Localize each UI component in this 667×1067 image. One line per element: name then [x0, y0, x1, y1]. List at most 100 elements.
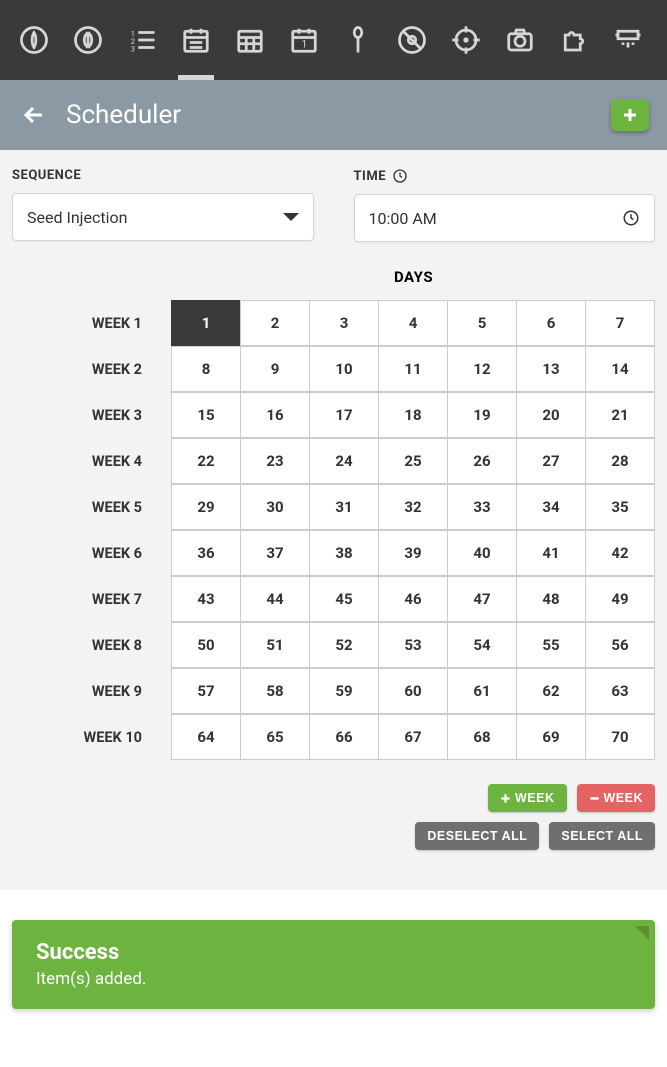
- day-cell[interactable]: 60: [378, 668, 448, 714]
- day-cell[interactable]: 56: [585, 622, 655, 668]
- day-cell[interactable]: 21: [585, 392, 655, 438]
- day-cell[interactable]: 38: [309, 530, 379, 576]
- day-cell[interactable]: 49: [585, 576, 655, 622]
- day-cell[interactable]: 39: [378, 530, 448, 576]
- day-cell[interactable]: 3: [309, 300, 379, 346]
- day-cell[interactable]: 10: [309, 346, 379, 392]
- day-cell[interactable]: 6: [516, 300, 586, 346]
- day-cell[interactable]: 8: [171, 346, 241, 392]
- tool-seed-icon[interactable]: [12, 10, 56, 70]
- day-cell[interactable]: 25: [378, 438, 448, 484]
- day-cell[interactable]: 54: [447, 622, 517, 668]
- day-cell[interactable]: 50: [171, 622, 241, 668]
- page-title: Scheduler: [66, 100, 595, 130]
- day-cell[interactable]: 12: [447, 346, 517, 392]
- day-cell[interactable]: 9: [240, 346, 310, 392]
- tool-grid-icon[interactable]: [228, 10, 272, 70]
- day-cell[interactable]: 14: [585, 346, 655, 392]
- day-cell[interactable]: 31: [309, 484, 379, 530]
- day-cell[interactable]: 28: [585, 438, 655, 484]
- week-label: WEEK 10: [12, 714, 172, 760]
- day-cell[interactable]: 52: [309, 622, 379, 668]
- day-cell[interactable]: 64: [171, 714, 241, 760]
- day-cell[interactable]: 40: [447, 530, 517, 576]
- day-cell[interactable]: 61: [447, 668, 517, 714]
- tool-plant-icon[interactable]: [66, 10, 110, 70]
- toast-container: Success Item(s) added.: [0, 890, 667, 1029]
- day-cell[interactable]: 27: [516, 438, 586, 484]
- day-cell[interactable]: 48: [516, 576, 586, 622]
- add-button[interactable]: [611, 99, 649, 131]
- tool-camera-icon[interactable]: [498, 10, 542, 70]
- sequence-select[interactable]: Seed Injection: [12, 193, 314, 241]
- remove-week-button[interactable]: WEEK: [577, 784, 656, 812]
- day-cell[interactable]: 44: [240, 576, 310, 622]
- day-cell[interactable]: 46: [378, 576, 448, 622]
- day-cell[interactable]: 16: [240, 392, 310, 438]
- select-all-button[interactable]: SELECT ALL: [549, 822, 655, 850]
- tool-calendar-day-icon[interactable]: 1: [282, 10, 326, 70]
- day-cell[interactable]: 43: [171, 576, 241, 622]
- day-cell[interactable]: 22: [171, 438, 241, 484]
- day-cell[interactable]: 4: [378, 300, 448, 346]
- day-cell[interactable]: 55: [516, 622, 586, 668]
- tool-list-icon[interactable]: 123: [120, 10, 164, 70]
- time-input[interactable]: 10:00 AM: [354, 194, 656, 242]
- tool-circle-slash-icon[interactable]: [390, 10, 434, 70]
- day-cell[interactable]: 69: [516, 714, 586, 760]
- day-cell[interactable]: 41: [516, 530, 586, 576]
- day-cell[interactable]: 45: [309, 576, 379, 622]
- day-cell[interactable]: 15: [171, 392, 241, 438]
- sequence-label: SEQUENCE: [12, 168, 314, 183]
- day-cell[interactable]: 18: [378, 392, 448, 438]
- day-cell[interactable]: 37: [240, 530, 310, 576]
- day-cell[interactable]: 11: [378, 346, 448, 392]
- day-cell[interactable]: 1: [171, 300, 241, 346]
- day-cell[interactable]: 65: [240, 714, 310, 760]
- toast-close-corner[interactable]: [635, 926, 649, 940]
- day-cell[interactable]: 59: [309, 668, 379, 714]
- tool-puzzle-icon[interactable]: [552, 10, 596, 70]
- day-cell[interactable]: 62: [516, 668, 586, 714]
- day-cell[interactable]: 47: [447, 576, 517, 622]
- day-cell[interactable]: 32: [378, 484, 448, 530]
- day-cell[interactable]: 35: [585, 484, 655, 530]
- clock-icon: [622, 209, 640, 227]
- day-cell[interactable]: 68: [447, 714, 517, 760]
- tool-pin-icon[interactable]: [336, 10, 380, 70]
- deselect-all-button[interactable]: DESELECT ALL: [415, 822, 539, 850]
- day-cell[interactable]: 42: [585, 530, 655, 576]
- tool-water-icon[interactable]: [606, 10, 650, 70]
- day-cell[interactable]: 29: [171, 484, 241, 530]
- day-cell[interactable]: 20: [516, 392, 586, 438]
- day-cells: 1234567891011121314151617181920212223242…: [172, 300, 655, 760]
- day-cell[interactable]: 7: [585, 300, 655, 346]
- tool-target-icon[interactable]: [444, 10, 488, 70]
- day-cell[interactable]: 36: [171, 530, 241, 576]
- day-cell[interactable]: 2: [240, 300, 310, 346]
- day-cell[interactable]: 5: [447, 300, 517, 346]
- day-cell[interactable]: 67: [378, 714, 448, 760]
- day-cell[interactable]: 30: [240, 484, 310, 530]
- day-cell[interactable]: 34: [516, 484, 586, 530]
- time-value: 10:00 AM: [369, 209, 437, 228]
- day-cell[interactable]: 53: [378, 622, 448, 668]
- tool-scheduler-icon[interactable]: [174, 10, 218, 70]
- day-cell[interactable]: 51: [240, 622, 310, 668]
- day-cell[interactable]: 23: [240, 438, 310, 484]
- day-cell[interactable]: 17: [309, 392, 379, 438]
- day-cell[interactable]: 19: [447, 392, 517, 438]
- day-cell[interactable]: 33: [447, 484, 517, 530]
- week-label: WEEK 5: [12, 484, 172, 530]
- add-week-button[interactable]: WEEK: [488, 784, 567, 812]
- back-button[interactable]: [18, 99, 50, 131]
- tool-more-icon[interactable]: [660, 10, 667, 70]
- day-cell[interactable]: 57: [171, 668, 241, 714]
- day-cell[interactable]: 66: [309, 714, 379, 760]
- day-cell[interactable]: 13: [516, 346, 586, 392]
- day-cell[interactable]: 63: [585, 668, 655, 714]
- day-cell[interactable]: 70: [585, 714, 655, 760]
- day-cell[interactable]: 58: [240, 668, 310, 714]
- day-cell[interactable]: 26: [447, 438, 517, 484]
- day-cell[interactable]: 24: [309, 438, 379, 484]
